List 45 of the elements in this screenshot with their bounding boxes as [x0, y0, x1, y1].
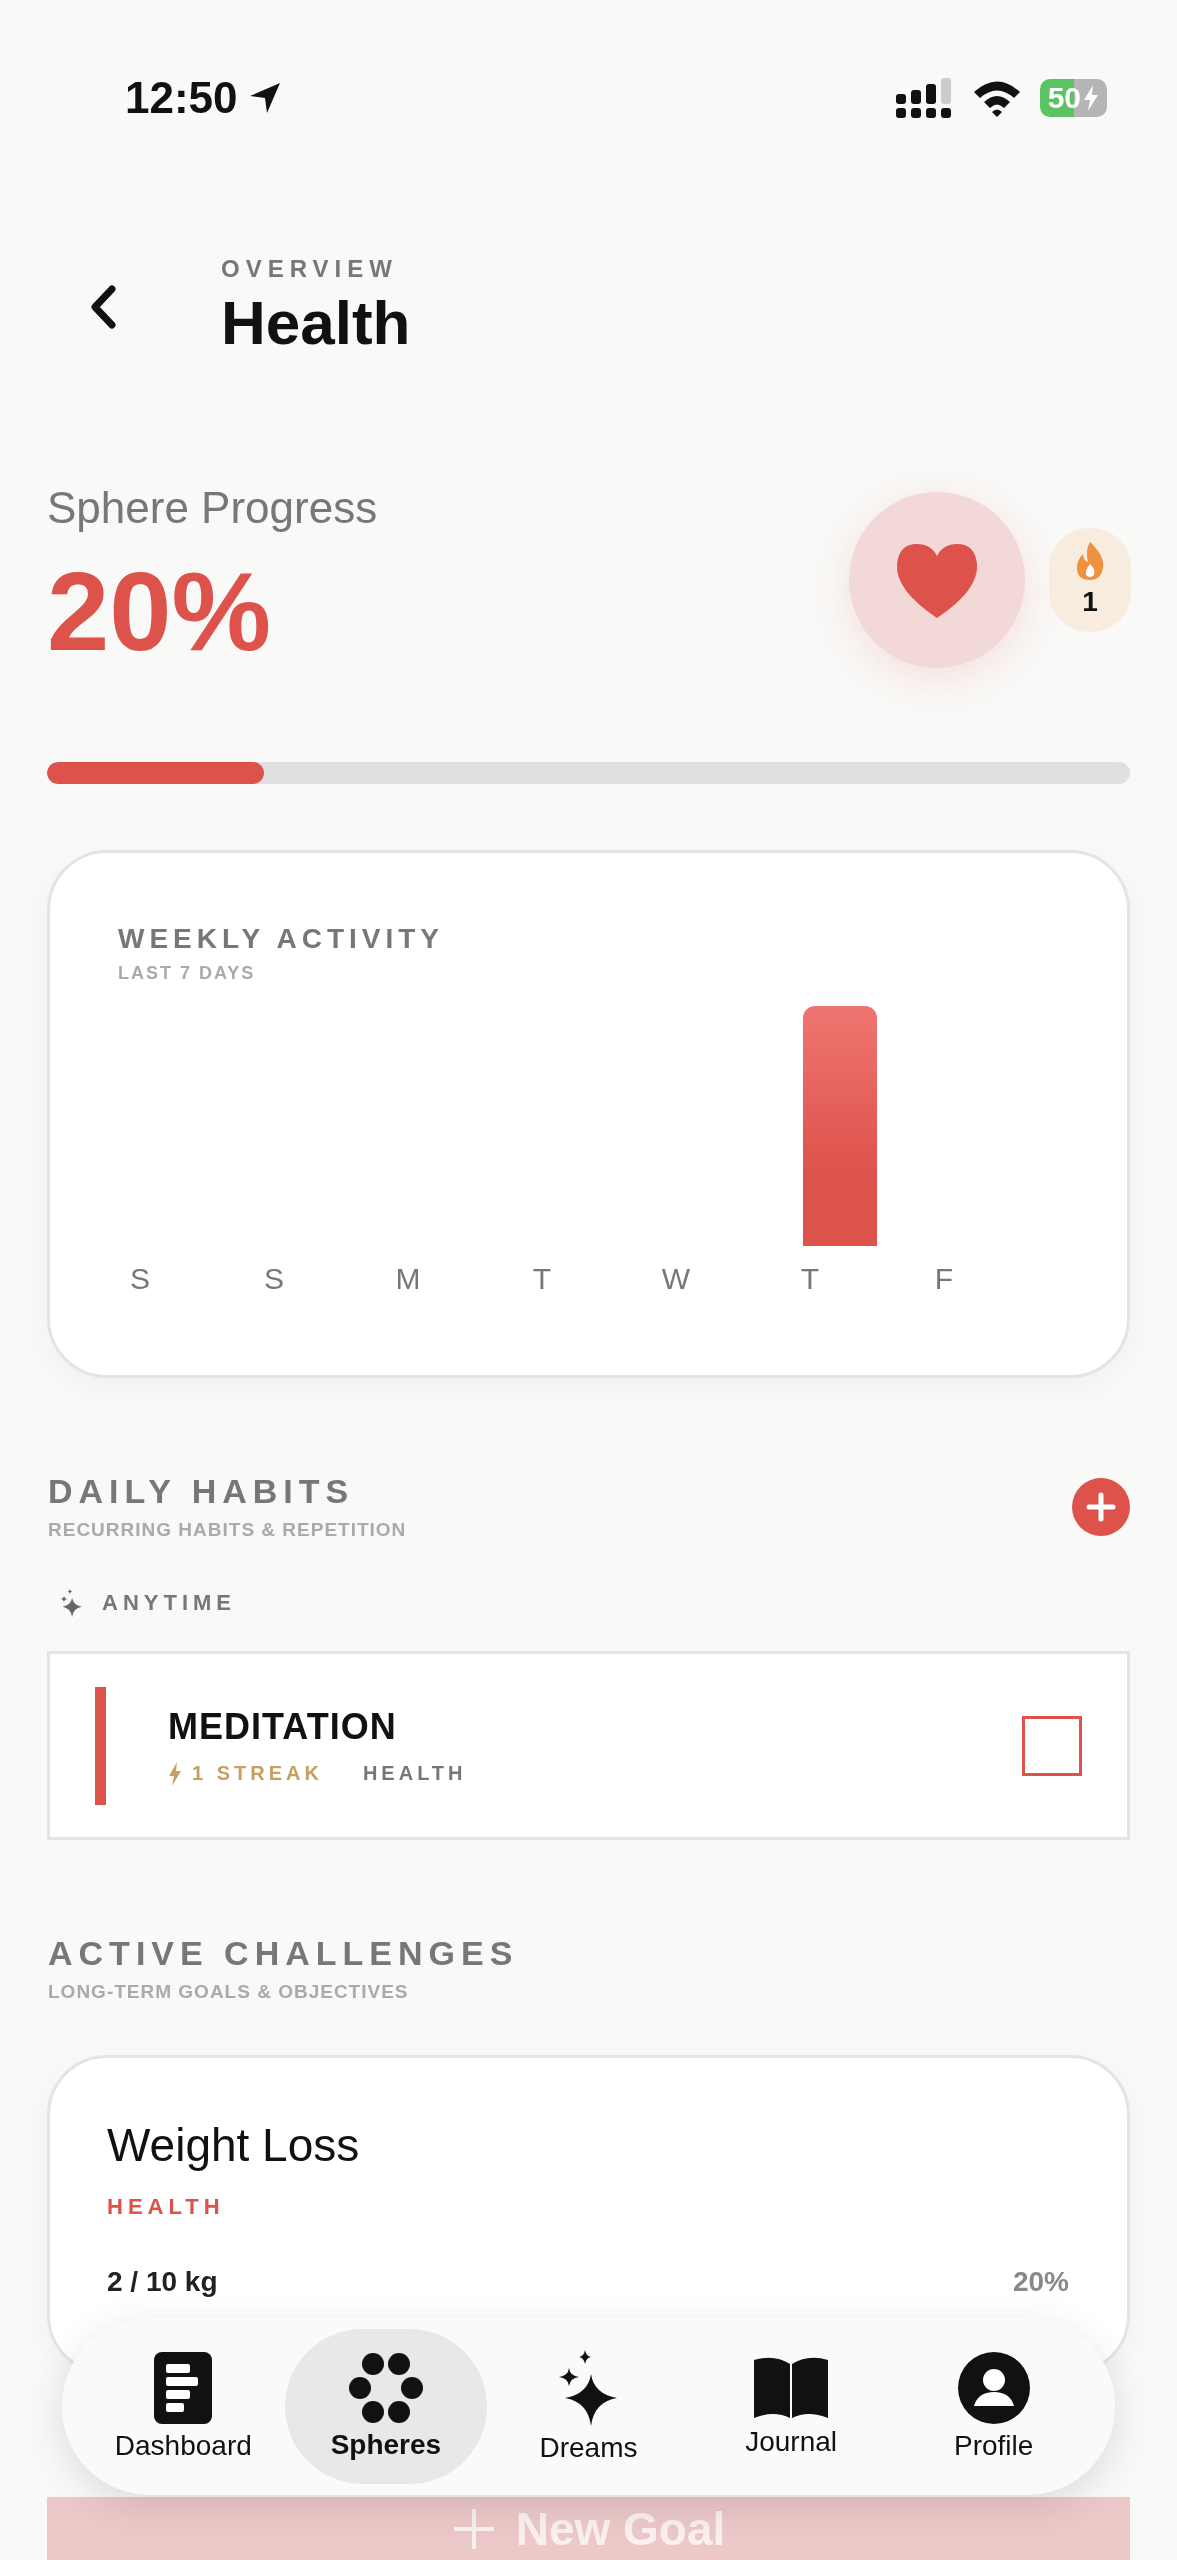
- day-label: T: [800, 1262, 820, 1296]
- day-label: T: [532, 1262, 552, 1296]
- tab-item[interactable]: Spheres: [284, 2329, 488, 2484]
- book-icon: [752, 2355, 831, 2420]
- tab-item[interactable]: Dashboard: [82, 2329, 285, 2484]
- habit-name: MEDITATION: [168, 1705, 398, 1748]
- section-subtitle: RECURRING HABITS & REPETITION: [48, 1519, 407, 1541]
- day-label: M: [395, 1262, 421, 1296]
- charging-bolt-icon: [1083, 84, 1099, 111]
- clock-time: 12:50: [125, 72, 238, 123]
- progress-label: Sphere Progress: [47, 483, 378, 533]
- page-title: Health: [221, 287, 411, 358]
- section-title: DAILY HABITS: [48, 1472, 356, 1511]
- dashboard-icon: [154, 2351, 213, 2424]
- streak-badge: 1: [1049, 527, 1131, 632]
- challenge-name: Weight Loss: [107, 2118, 361, 2172]
- page-eyebrow: OVERVIEW: [221, 255, 399, 283]
- group-label: ANYTIME: [102, 1590, 236, 1616]
- plus-icon: [451, 2506, 496, 2551]
- day-label: S: [130, 1262, 150, 1296]
- habit-checkbox[interactable]: [1022, 1715, 1082, 1776]
- bolt-icon: [168, 1761, 182, 1786]
- tab-item[interactable]: Dreams: [487, 2329, 690, 2484]
- day-label: S: [264, 1262, 284, 1296]
- streak-count: 1 STREAK: [192, 1762, 323, 1785]
- signal-icon: [895, 77, 954, 118]
- add-button[interactable]: [1072, 1477, 1130, 1536]
- challenge-amount: 2 / 10 kg: [107, 2266, 218, 2298]
- card-subtitle: LAST 7 DAYS: [117, 963, 257, 984]
- section-title: ACTIVE CHALLENGES: [48, 1934, 519, 1973]
- section-subtitle: LONG-TERM GOALS & OBJECTIVES: [48, 1981, 410, 2003]
- battery-level: 50: [1039, 78, 1107, 117]
- plus-icon: [1086, 1491, 1116, 1522]
- profile-icon: [957, 2351, 1030, 2424]
- dots-icon: [348, 2352, 423, 2423]
- back-chevron-icon: [90, 284, 116, 329]
- habit-sphere: HEALTH: [362, 1762, 467, 1785]
- challenge-sphere: HEALTH: [107, 2194, 226, 2220]
- day-label: W: [661, 1262, 691, 1296]
- tab-item[interactable]: Profile: [892, 2329, 1095, 2484]
- day-label: F: [934, 1262, 954, 1296]
- tab-item[interactable]: Journal: [689, 2329, 893, 2484]
- card-title: WEEKLY ACTIVITY: [117, 923, 445, 955]
- progress-percent: 20%: [47, 548, 273, 676]
- challenge-percent: 20%: [1012, 2266, 1069, 2298]
